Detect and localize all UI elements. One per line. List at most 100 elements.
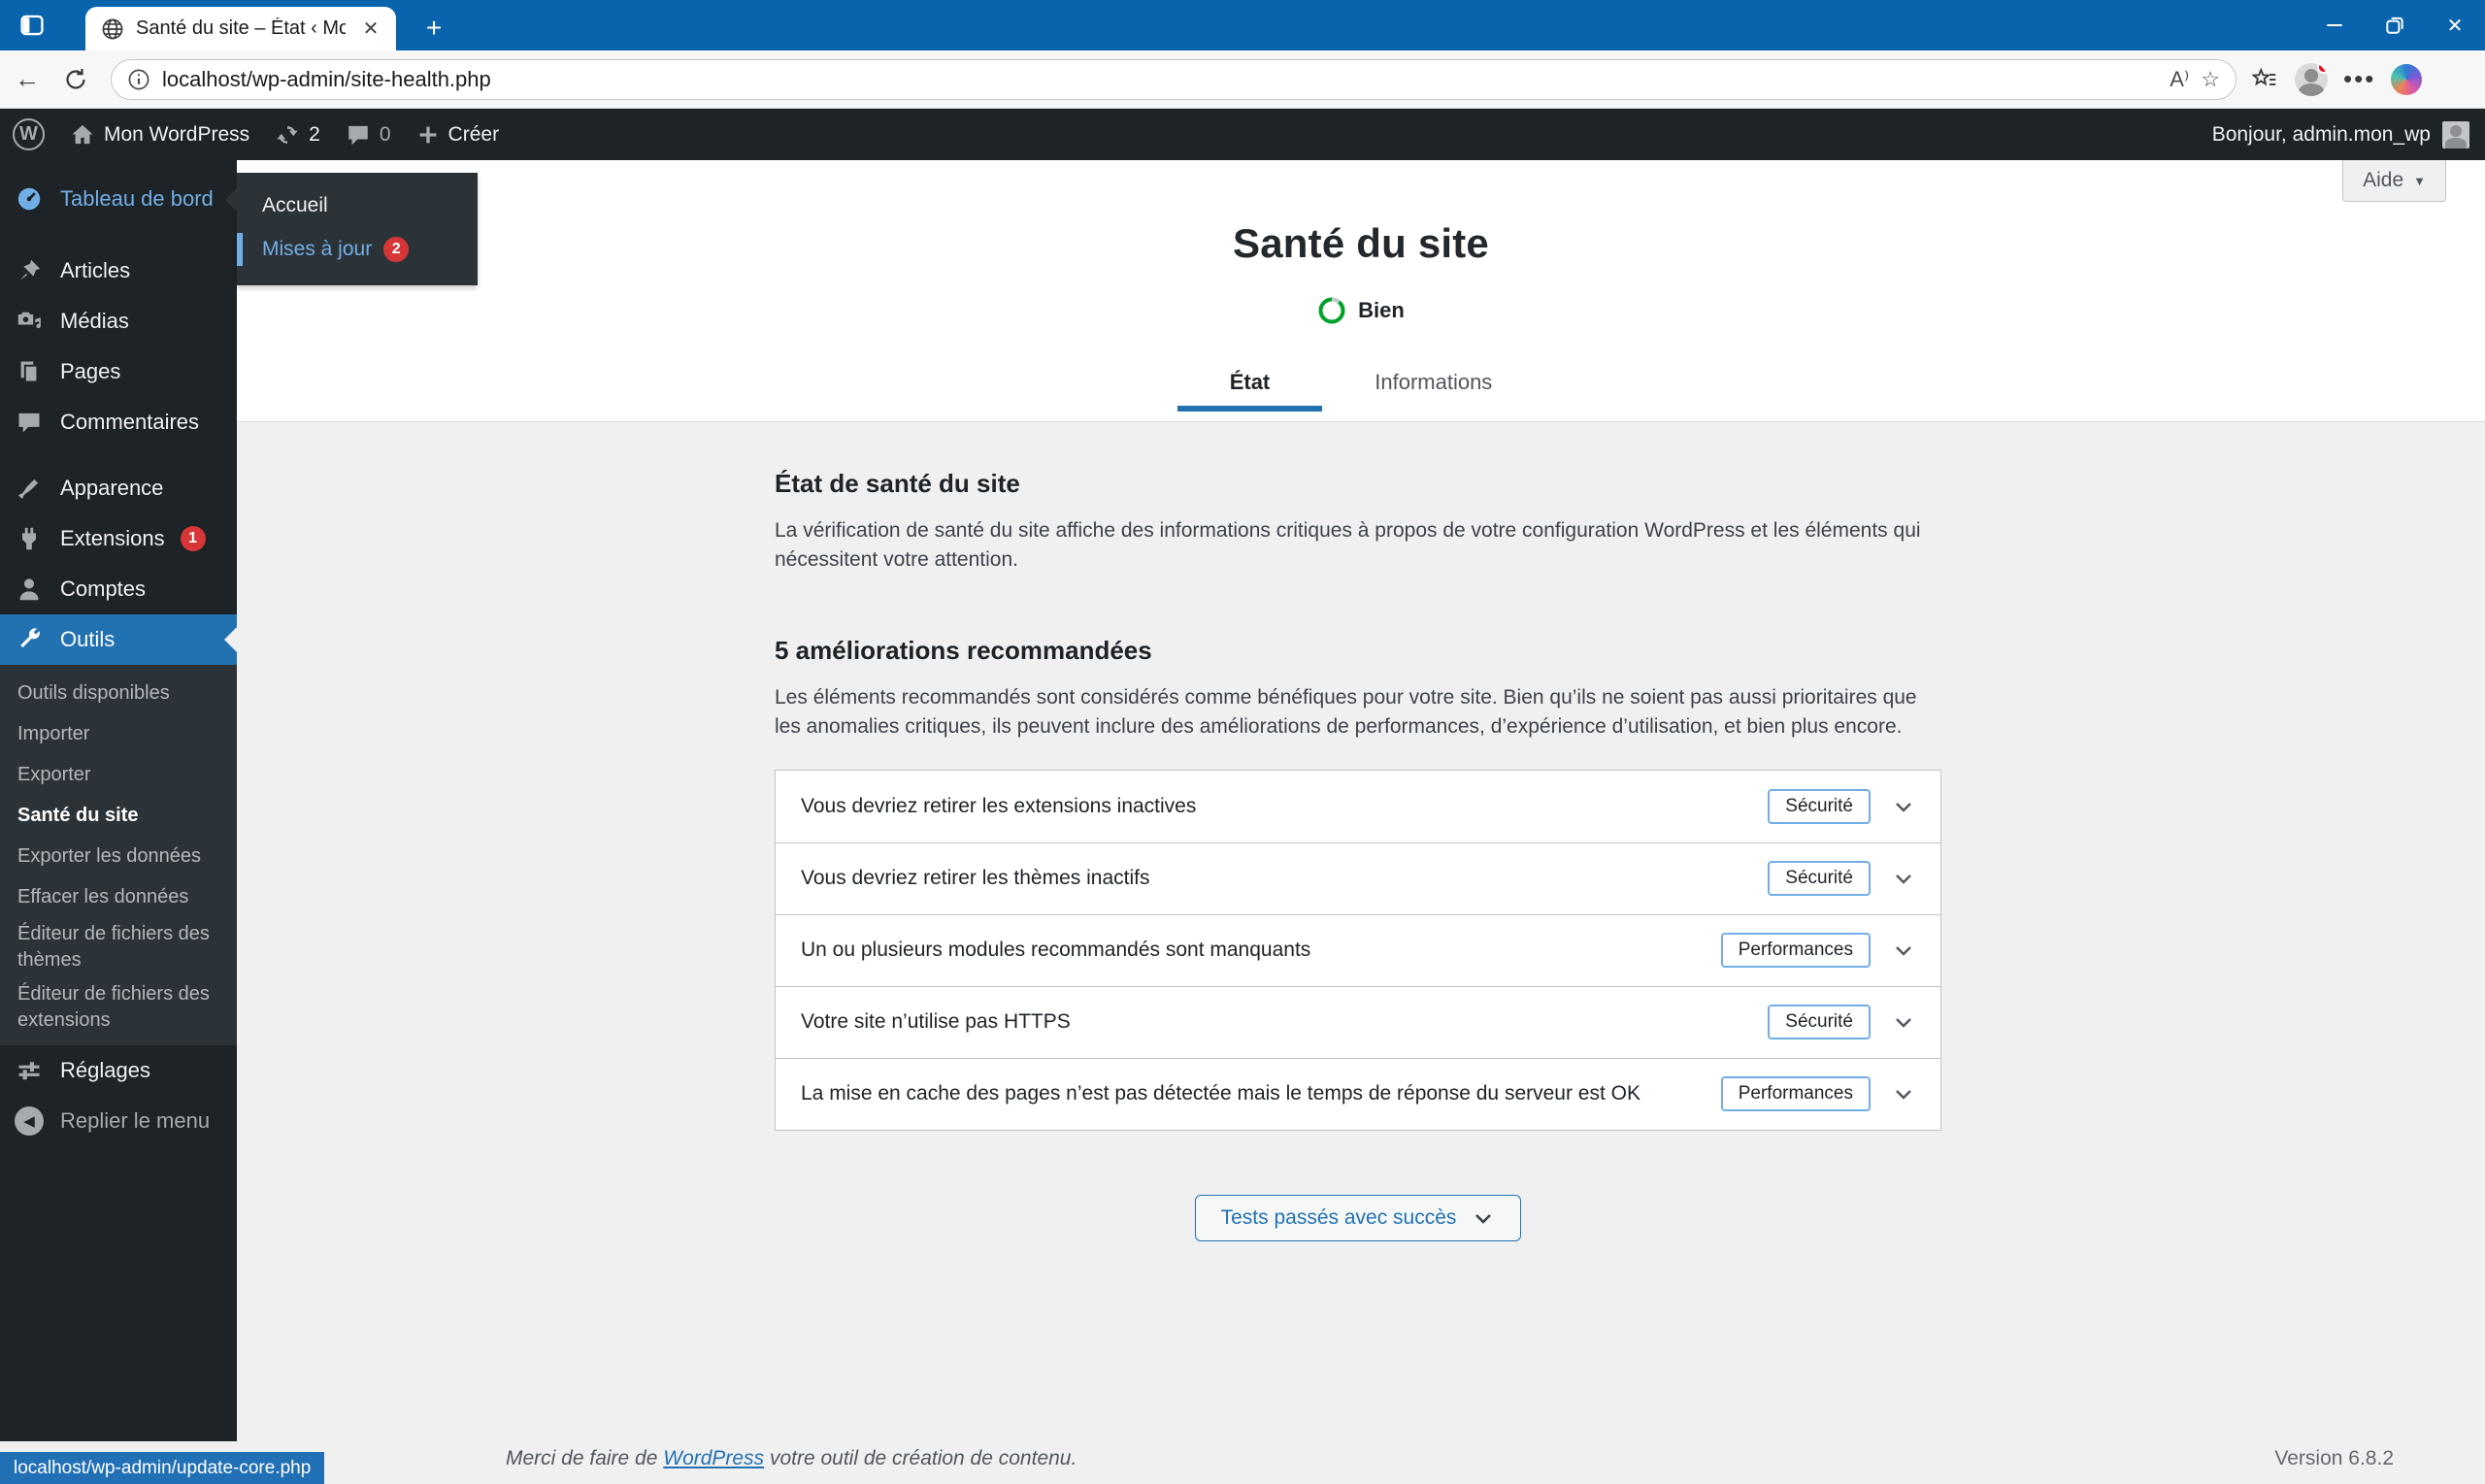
user-icon bbox=[14, 576, 45, 603]
issue-label: Vous devriez retirer les extensions inac… bbox=[801, 794, 1197, 817]
submenu-item-theme-file-editor[interactable]: Éditeur de fichiers des thèmes bbox=[0, 917, 237, 977]
wordpress-link[interactable]: WordPress bbox=[663, 1447, 764, 1469]
tab-status[interactable]: État bbox=[1176, 358, 1323, 412]
recommendations-description: Les éléments recommandés sont considérés… bbox=[775, 685, 1917, 739]
chevron-down-icon[interactable] bbox=[1892, 939, 1915, 962]
health-status-label: Bien bbox=[1358, 298, 1405, 322]
updates-menu[interactable]: 2 bbox=[262, 109, 333, 160]
favorites-bar-icon[interactable] bbox=[2250, 65, 2279, 94]
submenu-item-erase-data[interactable]: Effacer les données bbox=[0, 876, 237, 917]
browser-tab[interactable]: Santé du site – État ‹ Mon WordP ✕ bbox=[85, 7, 396, 50]
tab-actions-icon[interactable] bbox=[16, 10, 49, 41]
back-button[interactable]: ← bbox=[6, 58, 49, 101]
tab-info[interactable]: Informations bbox=[1322, 358, 1544, 411]
submenu-item-site-health[interactable]: Santé du site bbox=[0, 795, 237, 836]
wp-admin-bar: W Mon WordPress 2 0 Créer Bonjour, admin… bbox=[0, 109, 2485, 160]
sidebar-item-label: Replier le menu bbox=[60, 1108, 211, 1133]
submenu-item-available-tools[interactable]: Outils disponibles bbox=[0, 673, 237, 713]
chevron-down-icon[interactable] bbox=[1892, 867, 1915, 890]
submenu-item-export[interactable]: Exporter bbox=[0, 754, 237, 795]
issue-badge: Sécurité bbox=[1768, 1005, 1871, 1040]
globe-favicon-icon bbox=[101, 17, 124, 41]
new-tab-button[interactable]: + bbox=[417, 14, 450, 45]
submenu-item-export-data[interactable]: Exporter les données bbox=[0, 836, 237, 876]
dashboard-flyout-menu: Accueil Mises à jour 2 bbox=[225, 173, 478, 285]
issue-badge: Sécurité bbox=[1768, 861, 1871, 897]
sidebar-item-posts[interactable]: Articles bbox=[0, 246, 237, 296]
health-status-badge: Bien bbox=[237, 296, 2485, 325]
browser-toolbar: ← localhost/wp-admin/site-health.php A⁾ … bbox=[0, 50, 2485, 109]
chevron-down-icon[interactable] bbox=[1892, 795, 1915, 818]
plugin-icon bbox=[14, 525, 45, 552]
issue-row[interactable]: La mise en cache des pages n’est pas dét… bbox=[776, 1057, 1940, 1130]
browser-profile-avatar[interactable] bbox=[2295, 62, 2328, 96]
my-account-menu[interactable]: Bonjour, admin.mon_wp bbox=[2212, 120, 2485, 148]
sidebar-item-pages[interactable]: Pages bbox=[0, 346, 237, 397]
wp-logo-menu[interactable]: W bbox=[0, 109, 57, 160]
chevron-down-icon: ▼ bbox=[2413, 173, 2426, 188]
tools-submenu: Outils disponibles Importer Exporter San… bbox=[0, 665, 237, 1045]
browser-titlebar: Santé du site – État ‹ Mon WordP ✕ + ✕ bbox=[0, 0, 2485, 50]
chevron-down-icon[interactable] bbox=[1892, 1010, 1915, 1034]
sidebar-item-settings[interactable]: Réglages bbox=[0, 1045, 237, 1096]
comments-menu[interactable]: 0 bbox=[333, 109, 404, 160]
comments-count: 0 bbox=[379, 122, 391, 146]
sidebar-item-label: Outils bbox=[60, 627, 116, 651]
close-button[interactable]: ✕ bbox=[2425, 0, 2485, 50]
sidebar-item-media[interactable]: Médias bbox=[0, 296, 237, 346]
issue-badge: Performances bbox=[1720, 1076, 1871, 1112]
wrench-icon bbox=[14, 626, 45, 653]
minimize-button[interactable] bbox=[2304, 0, 2365, 50]
sidebar-item-dashboard[interactable]: Tableau de bord bbox=[0, 174, 237, 224]
favorite-star-icon[interactable]: ☆ bbox=[2201, 67, 2220, 92]
main-content: Aide ▼ Santé du site Bien État Informati… bbox=[237, 160, 2485, 1484]
sidebar-item-plugins[interactable]: Extensions 1 bbox=[0, 513, 237, 564]
sidebar-item-label: Tableau de bord bbox=[60, 186, 214, 211]
chevron-down-icon[interactable] bbox=[1892, 1082, 1915, 1105]
submenu-item-plugin-file-editor[interactable]: Éditeur de fichiers des extensions bbox=[0, 977, 237, 1038]
sidebar-item-label: Apparence bbox=[60, 476, 164, 500]
wp-admin-sidebar: Tableau de bord Articles Médias Pages Co… bbox=[0, 160, 237, 1441]
sidebar-item-comments[interactable]: Commentaires bbox=[0, 397, 237, 447]
submenu-item-import[interactable]: Importer bbox=[0, 713, 237, 754]
sidebar-item-appearance[interactable]: Apparence bbox=[0, 463, 237, 513]
site-health-tabs: État Informations bbox=[237, 358, 2485, 412]
updates-count: 2 bbox=[309, 122, 320, 146]
paintbrush-icon bbox=[14, 475, 45, 502]
refresh-button[interactable] bbox=[54, 58, 97, 101]
copilot-icon[interactable] bbox=[2391, 63, 2423, 95]
flyout-item-label: Mises à jour bbox=[262, 238, 373, 260]
sidebar-item-label: Commentaires bbox=[60, 410, 200, 434]
help-label: Aide bbox=[2363, 169, 2404, 191]
site-name: Mon WordPress bbox=[104, 122, 250, 146]
site-info-icon[interactable] bbox=[127, 68, 150, 91]
tab-close-icon[interactable]: ✕ bbox=[357, 16, 384, 43]
sidebar-item-label: Articles bbox=[60, 258, 131, 282]
site-name-menu[interactable]: Mon WordPress bbox=[57, 109, 262, 160]
issue-row[interactable]: Vous devriez retirer les thèmes inactifs… bbox=[776, 841, 1940, 914]
home-icon bbox=[70, 122, 95, 148]
issue-row[interactable]: Votre site n’utilise pas HTTPS Sécurité bbox=[776, 985, 1940, 1058]
sidebar-item-collapse-menu[interactable]: ◀ Replier le menu bbox=[0, 1096, 237, 1146]
issue-row[interactable]: Un ou plusieurs modules recommandés sont… bbox=[776, 913, 1940, 986]
issue-row[interactable]: Vous devriez retirer les extensions inac… bbox=[776, 771, 1940, 842]
create-label: Créer bbox=[447, 122, 500, 146]
sidebar-item-tools[interactable]: Outils bbox=[0, 614, 237, 665]
footer-thanks: Merci de faire de WordPress votre outil … bbox=[506, 1447, 1077, 1469]
issue-label: Votre site n’utilise pas HTTPS bbox=[801, 1010, 1071, 1034]
sidebar-item-label: Réglages bbox=[60, 1058, 150, 1082]
restore-button[interactable] bbox=[2365, 0, 2425, 50]
sidebar-item-users[interactable]: Comptes bbox=[0, 564, 237, 614]
help-button[interactable]: Aide ▼ bbox=[2342, 160, 2446, 202]
flyout-item-home[interactable]: Accueil bbox=[237, 184, 478, 227]
new-content-menu[interactable]: Créer bbox=[404, 109, 513, 160]
admin-footer: Merci de faire de WordPress votre outil … bbox=[506, 1447, 2394, 1470]
browser-menu-icon[interactable]: ••• bbox=[2343, 64, 2375, 94]
sidebar-item-label: Pages bbox=[60, 359, 121, 383]
address-bar[interactable]: localhost/wp-admin/site-health.php A⁾ ☆ bbox=[111, 58, 2236, 100]
passed-tests-button[interactable]: Tests passés avec succès bbox=[1194, 1194, 1522, 1241]
flyout-item-updates[interactable]: Mises à jour 2 bbox=[237, 227, 478, 272]
page-title: Santé du site bbox=[1233, 220, 1489, 266]
read-aloud-icon[interactable]: A⁾ bbox=[2170, 67, 2189, 92]
media-icon bbox=[14, 308, 45, 335]
